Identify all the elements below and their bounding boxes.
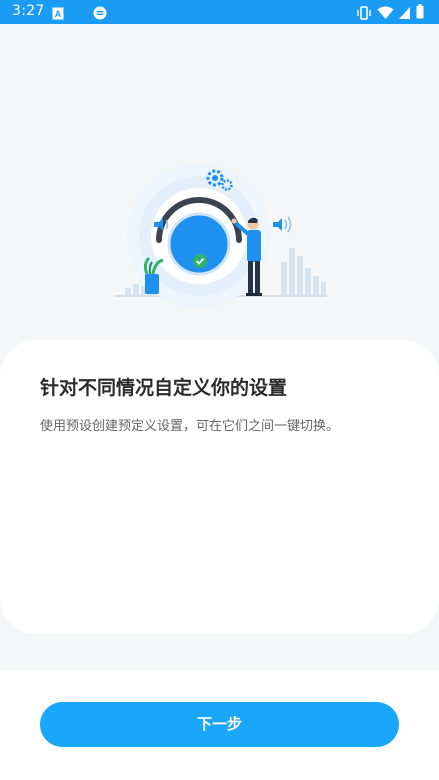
svg-text:A: A xyxy=(55,9,62,19)
status-bar: 3:27 A xyxy=(0,0,439,24)
signal-icon xyxy=(398,5,411,24)
media-icon xyxy=(93,5,107,24)
a-box-icon: A xyxy=(52,5,64,24)
wifi-icon xyxy=(377,5,394,24)
speaker-right-icon xyxy=(273,216,292,233)
battery-icon xyxy=(416,4,424,23)
volume-dial-illustration xyxy=(105,150,345,310)
vibrate-icon xyxy=(356,5,372,24)
card-description: 使用预设创建预定义设置，可在它们之间一键切换。 xyxy=(40,419,340,434)
card-title: 针对不同情况自定义你的设置 xyxy=(40,377,288,399)
status-time: 3:27 xyxy=(12,3,45,19)
next-button[interactable]: 下一步 xyxy=(40,702,399,747)
